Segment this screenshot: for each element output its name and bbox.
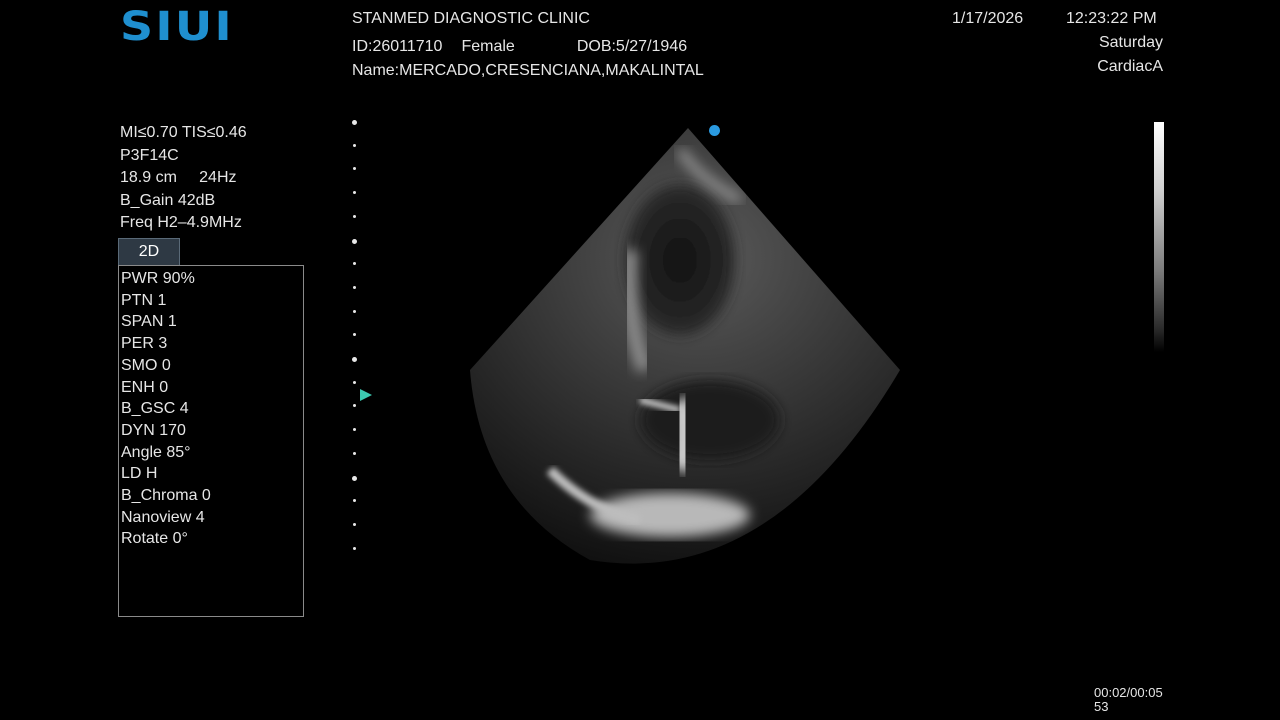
tab-2d[interactable]: 2D [118,238,180,265]
depth-scale-tick [352,120,357,125]
depth-scale-tick [353,380,356,384]
parameter-item[interactable]: SMO 0 [121,355,303,377]
probe-name: P3F14C [120,146,179,164]
exam-time: 12:23:22 PM [1066,10,1157,27]
depth-scale-tick [353,167,356,171]
focus-marker-icon[interactable] [360,389,372,401]
parameter-item[interactable]: PWR 90% [121,268,303,290]
mode-parameter-panel: PWR 90% PTN 1 SPAN 1 PER 3 SMO 0 ENH 0 B_GSC 4… [118,265,304,617]
parameter-item[interactable]: SPAN 1 [121,311,303,333]
parameter-item[interactable]: LD H [121,463,303,485]
depth-scale-tick [353,285,356,289]
parameter-item[interactable]: Nanoview 4 [121,507,303,529]
patient-dob: DOB:5/27/1946 [576,38,688,55]
gain-readout: B_Gain 42dB [120,191,216,209]
depth-scale-tick [352,238,357,244]
cine-frame-time: 00:02/00:05 [1094,685,1163,700]
parameter-item[interactable]: Angle 85° [121,442,303,464]
depth-scale-tick [353,428,356,432]
depth-scale-tick [353,309,356,313]
parameter-item[interactable]: ENH 0 [121,377,303,399]
depth-scale-tick [353,214,356,218]
clinic-name: STANMED DIAGNOSTIC CLINIC [352,10,590,27]
depth-scale-tick [353,262,356,266]
siui-logo: SIUI [120,4,234,50]
depth-scale [352,120,360,560]
imaging-parameters: MI≤0.70 TIS≤0.46 P3F14C 18.9 cm 24Hz B_G… [120,122,247,235]
depth-scale-tick [353,191,356,195]
patient-sex: Female [461,38,515,55]
parameter-item[interactable]: PER 3 [121,333,303,355]
patient-id: ID:26011710 [352,38,443,55]
depth-scale-tick [352,475,357,481]
parameter-item[interactable]: DYN 170 [121,420,303,442]
depth-scale-tick [353,546,356,550]
frequency-readout: Freq H2–4.9MHz [120,214,242,231]
grayscale-bar [1154,122,1164,352]
sector-scan [470,128,900,564]
parameter-item[interactable]: PTN 1 [121,290,303,312]
cine-counter: 00:02/00:05 53 [1094,686,1163,714]
mi-tis-readout: MI≤0.70 TIS≤0.46 [120,124,247,141]
exam-preset: CardiacA [1097,58,1163,75]
depth-scale-tick [353,499,356,503]
depth-scale-tick [353,143,356,147]
depth-framerate: 18.9 cm 24Hz [120,169,237,186]
parameter-item[interactable]: B_Chroma 0 [121,485,303,507]
depth-scale-tick [353,451,356,455]
depth-scale-tick [352,357,357,362]
ultrasound-image[interactable] [440,120,960,580]
parameter-item[interactable]: B_GSC 4 [121,398,303,420]
patient-name: Name:MERCADO,CRESENCIANA,MAKALINTAL [352,62,704,79]
cine-frame-index: 53 [1094,699,1109,714]
parameter-item[interactable]: Rotate 0° [121,528,303,550]
exam-date: 1/17/2026 [952,10,1024,27]
depth-scale-tick [353,522,356,526]
parameter-list: PWR 90% PTN 1 SPAN 1 PER 3 SMO 0 ENH 0 B_GSC 4… [119,266,303,550]
depth-scale-tick [353,333,356,337]
exam-day: Saturday [1098,34,1163,51]
patient-info-row: ID:26011710 Female DOB:5/27/1946 [352,38,687,56]
depth-scale-tick [353,404,356,408]
